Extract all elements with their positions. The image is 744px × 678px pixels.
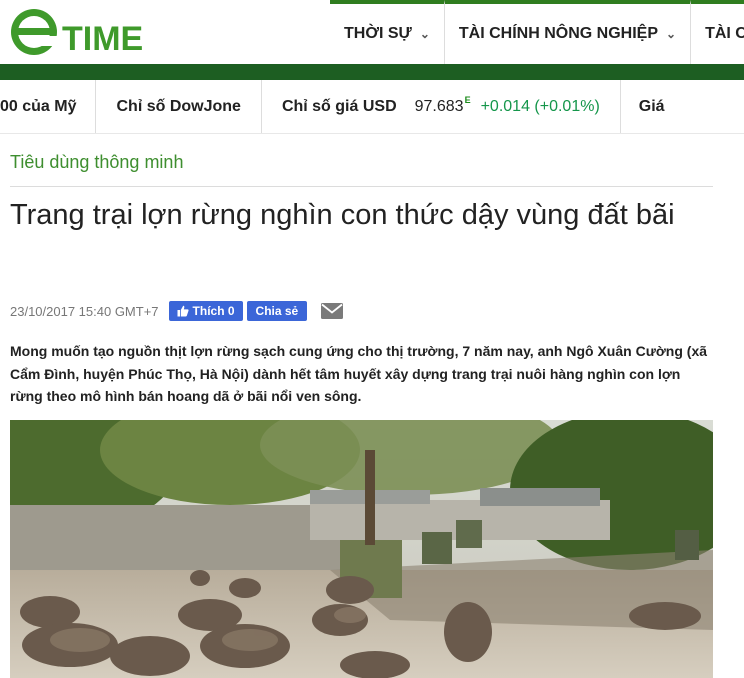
chevron-down-icon: ⌄ bbox=[419, 27, 430, 41]
ticker-change: +0.014 (+0.01%) bbox=[480, 97, 600, 115]
wild-boar-farm-image bbox=[10, 420, 713, 678]
ticker-marker: E bbox=[464, 94, 471, 105]
logo-text: TIME bbox=[62, 20, 143, 58]
header-green-bar bbox=[0, 64, 744, 80]
divider bbox=[10, 186, 713, 187]
nav-item-thoi-su[interactable]: THỜI SỰ ⌄ bbox=[330, 0, 444, 64]
article-photo bbox=[10, 420, 713, 678]
ticker-item[interactable]: Giá bbox=[619, 80, 683, 133]
market-ticker: 00 của Mỹ Chỉ số DowJone Chỉ số giá USD … bbox=[0, 80, 744, 134]
facebook-share-button[interactable]: Chia sẻ bbox=[246, 301, 308, 321]
ticker-label: Chỉ số giá USD bbox=[281, 97, 397, 115]
article-meta: 23/10/2017 15:40 GMT+7 Thích 0 Chia sẻ bbox=[10, 300, 344, 322]
ticker-label: 00 của Mỹ bbox=[0, 97, 77, 115]
article-title: Trang trại lợn rừng nghìn con thức dậy v… bbox=[10, 199, 675, 231]
article-sapo: Mong muốn tạo nguồn thịt lợn rừng sạch c… bbox=[10, 343, 708, 404]
nav-label: THỜI SỰ bbox=[344, 25, 412, 42]
share-label: Chia sẻ bbox=[255, 304, 299, 318]
mail-icon[interactable] bbox=[321, 303, 344, 319]
ticker-item-usd-index[interactable]: Chỉ số giá USD 97.683 E +0.014 (+0.01%) bbox=[260, 80, 620, 133]
ticker-value: 97.683 bbox=[414, 97, 464, 115]
nav-label: TÀI C bbox=[705, 25, 744, 42]
article-date: 23/10/2017 15:40 GMT+7 bbox=[10, 303, 159, 319]
site-header: TIME THỜI SỰ ⌄ TÀI CHÍNH NÔNG NGHIỆP ⌄ T… bbox=[0, 0, 744, 64]
ticker-item-dowjones[interactable]: Chỉ số DowJone bbox=[95, 80, 260, 133]
nav-item-tai-c[interactable]: TÀI C bbox=[690, 0, 744, 64]
nav-item-tai-chinh-nong-nghiep[interactable]: TÀI CHÍNH NÔNG NGHIỆP ⌄ bbox=[443, 0, 691, 64]
like-label: Thích 0 bbox=[192, 304, 235, 318]
chevron-down-icon: ⌄ bbox=[666, 27, 677, 41]
ticker-item[interactable]: 00 của Mỹ bbox=[0, 80, 95, 133]
ticker-label: Chỉ số DowJone bbox=[116, 97, 241, 115]
facebook-like-button[interactable]: Thích 0 bbox=[168, 301, 243, 321]
nav-label: TÀI CHÍNH NÔNG NGHIỆP bbox=[458, 25, 658, 42]
thumbs-up-icon bbox=[177, 305, 189, 317]
etime-logo[interactable]: TIME bbox=[8, 6, 148, 58]
article-category[interactable]: Tiêu dùng thông minh bbox=[10, 152, 183, 173]
main-nav: THỜI SỰ ⌄ TÀI CHÍNH NÔNG NGHIỆP ⌄ TÀI C bbox=[330, 0, 744, 64]
ticker-label: Giá bbox=[638, 97, 665, 115]
